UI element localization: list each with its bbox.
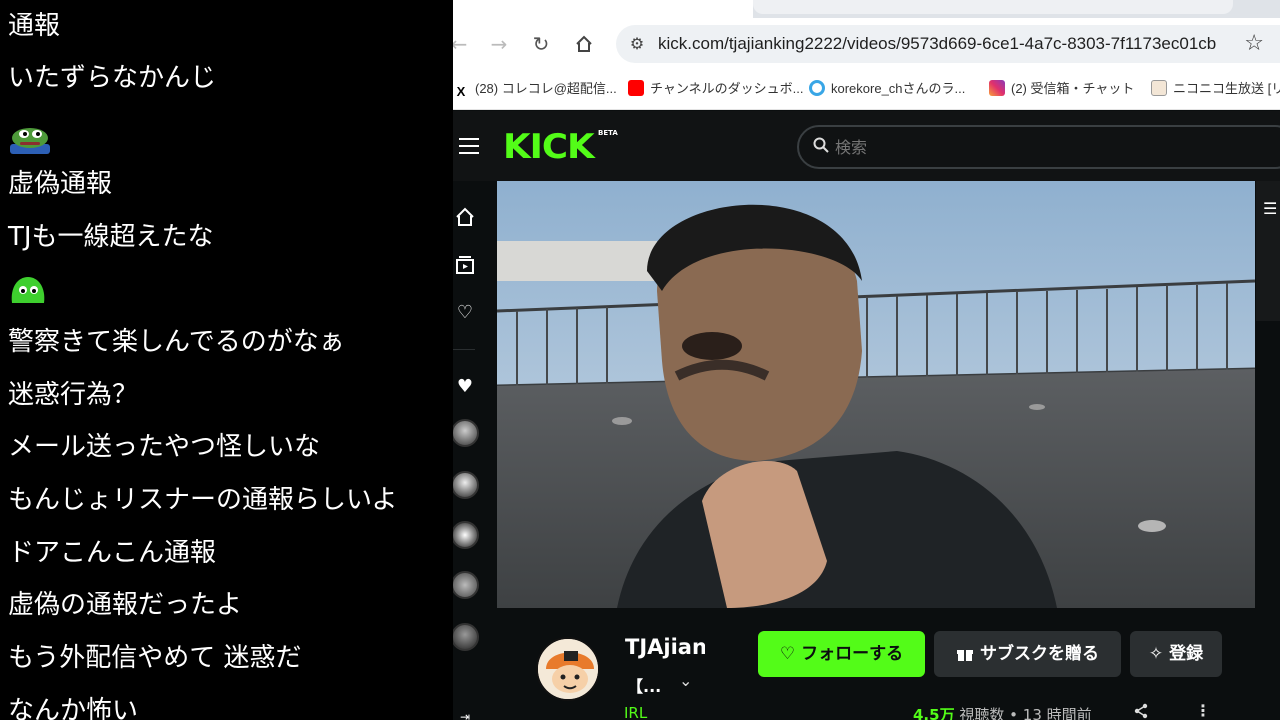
followed-channel-avatar[interactable] — [453, 623, 479, 651]
chat-toggle-bar: ☰ — [1256, 181, 1280, 321]
tab-strip — [453, 0, 1280, 18]
home-icon[interactable] — [453, 207, 477, 231]
chat-message: ドアこんこん通報 — [8, 538, 217, 568]
back-arrow-icon[interactable]: ← — [453, 30, 473, 58]
kick-header: KICK BETA — [453, 111, 1280, 181]
chat-message: もんじょリスナーの通報らしいよ — [8, 485, 398, 515]
slime-emote-icon — [8, 273, 48, 315]
followed-channel-avatar[interactable] — [453, 419, 479, 447]
side-nav: ♡ ♥ ⇥ — [453, 181, 479, 720]
heart-icon: ♡ — [779, 644, 796, 664]
chat-message: なんか怖い — [8, 696, 139, 720]
chat-message: 虚偽通報 — [8, 169, 113, 199]
subscribe-button[interactable]: ✧ 登録 — [1130, 631, 1222, 677]
kick-logo[interactable]: KICK — [503, 127, 595, 167]
category-link[interactable]: IRL — [624, 704, 647, 720]
bookmark-item[interactable]: korekore_chさんのラ... — [809, 79, 965, 99]
inactive-tab[interactable] — [753, 0, 1233, 14]
reload-icon[interactable]: ↻ — [527, 30, 555, 58]
bookmark-item[interactable]: チャンネルのダッシュボ... — [628, 79, 803, 99]
forward-arrow-icon[interactable]: → — [485, 30, 513, 58]
upload-time: 13 時間前 — [1022, 706, 1092, 720]
chat-message: 警察きて楽しんでるのがなぁ — [8, 327, 345, 357]
gift-subscription-button[interactable]: サブスクを贈る — [934, 631, 1121, 677]
video-stats: 4.5万 視聴数 • 13 時間前 — [913, 704, 1092, 720]
chat-message: 虚偽の通報だったよ — [8, 590, 243, 620]
video-player[interactable] — [497, 181, 1255, 608]
more-options-icon[interactable]: ⋮ — [1195, 701, 1211, 720]
beta-badge: BETA — [598, 129, 618, 137]
bookmark-item[interactable]: (2) 受信箱・チャット — [989, 79, 1134, 99]
bookmark-star-icon[interactable]: ☆ — [1244, 31, 1264, 57]
followed-channel-avatar[interactable] — [453, 521, 479, 549]
twitcasting-icon — [809, 80, 825, 96]
followed-channel-avatar[interactable] — [453, 571, 479, 599]
niconico-icon — [1151, 80, 1167, 96]
active-tab[interactable] — [453, 0, 753, 18]
bookmark-item[interactable]: X (28) コレコレ@超配信... — [453, 79, 617, 100]
pepe-emote-icon — [8, 122, 52, 160]
share-icon[interactable] — [1133, 703, 1149, 720]
view-count-label: 視聴数 — [959, 706, 1005, 720]
follow-button[interactable]: ♡ フォローする — [758, 631, 925, 677]
channel-name[interactable]: TJAjian — [625, 635, 705, 659]
address-bar[interactable]: ⚙ kick.com/tjajianking2222/videos/9573d6… — [616, 25, 1280, 63]
search-box[interactable] — [797, 125, 1280, 169]
bookmarks-bar: X (28) コレコレ@超配信... チャンネルのダッシュボ... korekor… — [453, 70, 1280, 110]
view-count: 4.5万 — [913, 706, 955, 720]
browse-icon[interactable] — [453, 255, 477, 279]
youtube-icon — [628, 80, 644, 96]
browser-window: ← → ↻ ⚙ kick.com/tjajianking2222/videos/… — [453, 0, 1280, 720]
browser-toolbar: ← → ↻ ⚙ kick.com/tjajianking2222/videos/… — [453, 18, 1280, 70]
video-frame — [497, 181, 1255, 608]
chat-message: 通報 — [8, 11, 61, 41]
chat-overlay: 通報 いたずらなかんじ 虚偽通報 TJも一線超えたな 警察きて楽しんでるのがなぁ… — [0, 0, 453, 720]
chat-message: いたずらなかんじ — [8, 63, 217, 93]
stream-title: 【... — [627, 677, 662, 696]
search-icon — [813, 137, 829, 158]
following-heart-icon[interactable]: ♡ — [453, 301, 477, 325]
kick-page: KICK BETA ♡ ♥ ⇥ — [453, 111, 1280, 720]
url-text[interactable]: kick.com/tjajianking2222/videos/9573d669… — [658, 33, 1216, 55]
chat-menu-icon[interactable]: ☰ — [1263, 199, 1277, 218]
sparkle-icon: ✧ — [1148, 644, 1164, 664]
chevron-down-icon[interactable]: ⌄ — [679, 671, 692, 690]
bookmark-item[interactable]: ニコニコ生放送 [リ — [1151, 79, 1280, 99]
channel-avatar[interactable] — [536, 637, 600, 701]
chat-message: メール送ったやつ怪しいな — [8, 432, 321, 462]
search-input[interactable] — [835, 137, 1135, 157]
site-settings-icon[interactable]: ⚙ — [626, 33, 648, 55]
followed-channel-avatar[interactable] — [453, 471, 479, 499]
chat-message: 迷惑行為？ — [8, 380, 139, 410]
collapse-icon[interactable]: ⇥ — [453, 705, 477, 720]
chat-message: もう外配信やめて 迷惑だ — [8, 643, 302, 673]
chat-message: TJも一線超えたな — [8, 222, 214, 252]
x-icon: X — [453, 84, 469, 100]
gift-icon — [956, 644, 980, 664]
followed-heart-icon[interactable]: ♥ — [453, 375, 477, 399]
instagram-icon — [989, 80, 1005, 96]
home-icon[interactable] — [570, 30, 598, 58]
menu-icon[interactable] — [459, 138, 479, 154]
